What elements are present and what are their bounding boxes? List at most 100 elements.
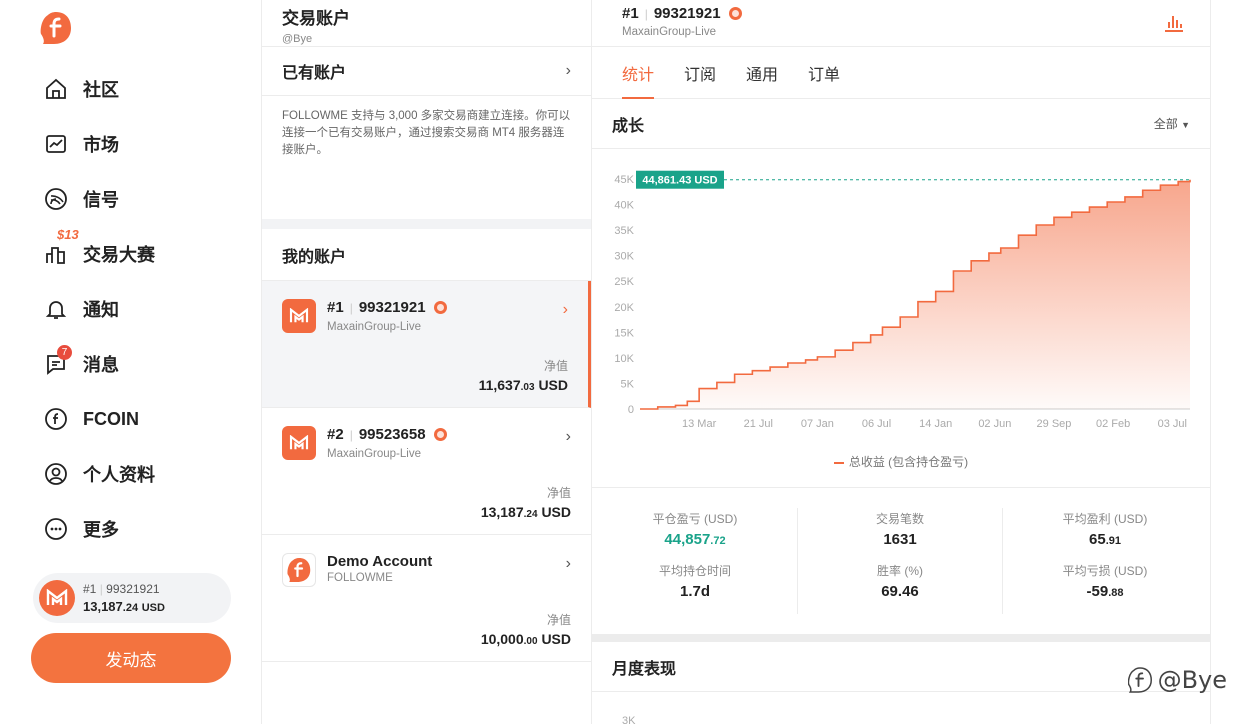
nav-label: FCOIN: [83, 408, 139, 429]
nav-item-fcoin[interactable]: FCOIN: [43, 404, 139, 434]
nav-label: 消息: [83, 355, 119, 375]
range-filter-value: 全部: [1153, 117, 1178, 131]
nav-label: 通知: [83, 300, 119, 320]
account-item-1[interactable]: #1 | 99321921 MaxainGroup-Live › 净值 11,637…: [262, 281, 591, 408]
current-account-card[interactable]: #1 | 99321921 13,187.24 USD: [33, 573, 231, 623]
account-rank: #1: [327, 299, 344, 316]
stat-decimal: .88: [1108, 587, 1124, 599]
nav-label: 交易大赛: [83, 245, 155, 265]
nav-item-profile[interactable]: 个人资料: [43, 459, 155, 489]
market-chart-icon: [43, 131, 69, 157]
y-tick-label: 15K: [614, 327, 634, 339]
equity-label: 净值: [546, 613, 571, 627]
nav-item-notifications[interactable]: 通知: [43, 294, 119, 324]
tab-general[interactable]: 通用: [731, 47, 793, 99]
x-tick-label: 07 Jan: [801, 418, 834, 430]
stat-main: 69.46: [881, 583, 919, 600]
chart-legend[interactable]: 总收益 (包含持仓盈亏): [592, 453, 1210, 470]
stat-main: 1631: [883, 531, 917, 548]
tab-subscription[interactable]: 订阅: [669, 47, 731, 99]
stat-label: 交易笔数: [875, 512, 924, 526]
home-icon: [43, 76, 69, 102]
stat-label: 平均持仓时间: [658, 564, 731, 578]
stat-main: 44,857: [664, 531, 711, 548]
fire-badge-icon: [433, 428, 447, 441]
chevron-right-icon: ›: [565, 555, 571, 572]
x-tick-label: 02 Feb: [1096, 418, 1130, 430]
y-tick-label: 40K: [614, 200, 634, 212]
tab-statistics[interactable]: 统计: [607, 47, 669, 99]
nav-item-contest[interactable]: $13 交易大赛: [43, 227, 155, 269]
growth-chart: 0 5K 10K 15K 20K 25K 30K 35K 40K 45K 13 Mar 21 Jul 0…: [592, 149, 1210, 488]
stat-main: 65: [1089, 531, 1106, 548]
stat-avg-loss: 平均亏损 (USD) -59.88: [1002, 562, 1208, 600]
section-divider: [592, 634, 1210, 642]
equity-label: 净值: [546, 486, 571, 500]
equity-label: 净值: [543, 359, 568, 373]
equity-currency: USD: [141, 602, 165, 614]
tab-orders[interactable]: 订单: [793, 47, 855, 99]
last-value-label: 44,861.43 USD: [642, 175, 717, 187]
nav-item-messages[interactable]: 7 消息: [43, 345, 119, 379]
stat-label: 胜率 (%): [877, 564, 923, 578]
profile-icon: [43, 461, 69, 487]
nav-item-more[interactable]: 更多: [43, 514, 119, 544]
contest-icon: $13: [43, 227, 79, 267]
x-tick-label: 06 Jul: [862, 418, 891, 430]
stat-avg-hold-time: 平均持仓时间 1.7d: [592, 562, 798, 600]
broker-logo-icon: [282, 299, 316, 333]
x-tick-label: 14 Jan: [919, 418, 952, 430]
x-tick-label: 29 Sep: [1037, 418, 1072, 430]
watermark-text: @Bye: [1157, 666, 1227, 694]
stat-decimal: .72: [710, 535, 726, 547]
account-name: Demo Account: [327, 553, 433, 570]
connect-description: FOLLOWME 支持与 3,000 多家交易商建立连接。你可以连接一个已有交易…: [262, 95, 591, 219]
message-icon: 7: [43, 345, 72, 377]
stat-value: 1631: [797, 531, 1003, 548]
y-tick-label: 5K: [621, 378, 635, 390]
nav-label: 市场: [83, 135, 119, 155]
signal-icon: [43, 186, 69, 212]
growth-title: 成长: [612, 117, 645, 135]
accounts-panel: 交易账户 @Bye 已有账户 › FOLLOWME 支持与 3,000 多家交易…: [262, 0, 592, 724]
stat-decimal: .91: [1105, 535, 1121, 547]
account-server: MaxainGroup-Live: [622, 26, 716, 38]
stat-value: 69.46: [797, 583, 1003, 600]
watermark: @Bye: [1127, 666, 1227, 694]
post-button[interactable]: 发动态: [31, 633, 231, 683]
y-tick-label: 25K: [614, 276, 634, 288]
account-number: 99321921: [653, 5, 721, 22]
account-number: 99321921: [358, 299, 426, 316]
equity-currency: USD: [538, 377, 568, 393]
bar-chart-icon[interactable]: [1163, 12, 1185, 32]
nav-item-signal[interactable]: 信号: [43, 184, 119, 214]
stat-label: 平均亏损 (USD): [1062, 564, 1148, 578]
existing-account-row[interactable]: 已有账户 ›: [262, 47, 591, 95]
nav-item-market[interactable]: 市场: [43, 129, 119, 159]
caret-down-icon: ▼: [1181, 120, 1190, 130]
account-id: #1 | 99321921: [83, 582, 160, 596]
equity-decimal: .24: [122, 602, 139, 614]
account-item-2[interactable]: #2 | 99523658 MaxainGroup-Live › 净值 13,187…: [262, 408, 591, 535]
broker-logo-icon: [39, 580, 75, 616]
x-tick-label: 21 Jul: [744, 418, 773, 430]
range-filter-dropdown[interactable]: 全部 ▼: [1154, 115, 1190, 132]
equity-main: 11,637: [478, 377, 521, 393]
followme-logo-icon[interactable]: [40, 11, 72, 45]
fire-badge-icon: [433, 301, 447, 314]
equity-decimal: .24: [523, 509, 538, 520]
existing-account-label: 已有账户: [282, 65, 347, 82]
nav-label: 信号: [83, 190, 119, 210]
stat-trade-count: 交易笔数 1631: [797, 510, 1003, 548]
account-item-demo[interactable]: Demo Account FOLLOWME › 净值 10,000.00 USD: [262, 535, 591, 662]
chevron-right-icon: ›: [565, 62, 571, 79]
monthly-y-tick: 3K: [622, 715, 636, 724]
left-nav: 社区 市场 信号 $13 交易大赛 通知 7 消息 FCOIN 个人资料 更多 …: [0, 0, 262, 724]
nav-label: 社区: [83, 80, 119, 100]
equity-main: 13,187: [480, 504, 524, 520]
nav-item-community[interactable]: 社区: [43, 74, 119, 104]
fire-badge-icon: [728, 7, 742, 20]
stat-label: 平仓盈亏 (USD): [652, 512, 738, 526]
x-tick-label: 02 Jun: [978, 418, 1011, 430]
y-tick-label: 0: [628, 404, 634, 416]
